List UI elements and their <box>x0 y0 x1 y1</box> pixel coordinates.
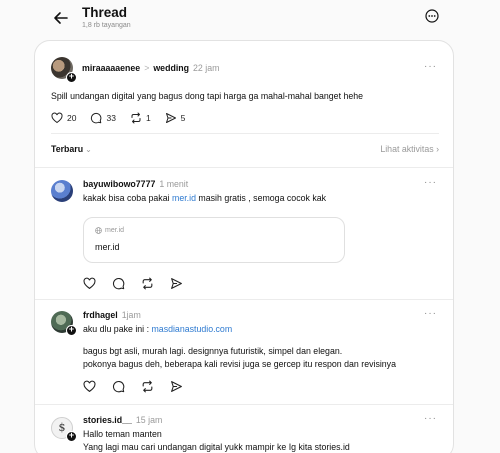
repost-icon[interactable] <box>141 277 154 290</box>
comment-icon[interactable] <box>112 380 125 393</box>
repost-count: 1 <box>145 113 151 123</box>
reply-text-part: kakak bisa coba pakai <box>83 193 172 203</box>
chevron-right-icon: > <box>144 63 150 73</box>
link-domain-text: mer.id <box>105 227 125 234</box>
reply-actions <box>83 380 183 393</box>
view-count: 1,8 rb tayangan <box>82 22 131 29</box>
reply-text: kakak bisa coba pakai mer.id masih grati… <box>83 192 326 205</box>
reply-link[interactable]: masdianastudio.com <box>151 324 232 334</box>
reply-text-part: aku dlu pake ini : <box>83 324 152 334</box>
send-icon <box>165 113 176 123</box>
activity-label: Lihat aktivitas <box>380 144 434 154</box>
more-options-icon[interactable] <box>425 9 439 23</box>
reply-link[interactable]: mer.id <box>172 193 196 203</box>
share-count: 5 <box>180 113 186 123</box>
follow-plus-icon[interactable]: + <box>66 72 77 83</box>
divider <box>51 133 439 134</box>
heart-icon[interactable] <box>83 380 96 393</box>
reply-username-text[interactable]: stories.id__ <box>83 415 132 425</box>
reply-username: bayuwibowo7777 1 menit <box>83 179 188 189</box>
reply-username: frdhagel 1jam <box>83 310 141 320</box>
divider <box>35 167 453 168</box>
reply-username-text[interactable]: frdhagel <box>83 310 118 320</box>
reply-time: 1 menit <box>159 179 189 189</box>
reply-text-line: Hallo teman manten <box>83 429 162 439</box>
link-title: mer.id <box>95 242 120 252</box>
heart-icon <box>51 112 63 124</box>
reply-username: stories.id__ 15 jam <box>83 415 162 425</box>
view-activity-link[interactable]: Lihat aktivitas › <box>380 144 439 154</box>
chevron-down-icon: ⌄ <box>85 145 92 154</box>
sort-label: Terbaru <box>51 144 84 154</box>
avatar-logo: $ <box>58 421 66 434</box>
link-domain: mer.id <box>95 227 124 234</box>
reply-time: 1jam <box>121 310 141 320</box>
top-bar: Thread 1,8 rb tayangan <box>0 0 500 38</box>
reply-time: 15 jam <box>135 415 163 425</box>
sort-bar: Terbaru ⌄ Lihat aktivitas › <box>51 144 439 160</box>
send-icon[interactable] <box>170 277 183 290</box>
like-count: 20 <box>67 113 77 123</box>
reply-username-text[interactable]: bayuwibowo7777 <box>83 179 155 189</box>
post-header: miraaaaaenee > wedding 22 jam <box>82 63 219 73</box>
reply-more-icon[interactable]: ··· <box>424 308 437 319</box>
post-actions: 20 33 1 5 <box>51 112 185 124</box>
repost-button[interactable]: 1 <box>130 112 151 124</box>
like-button[interactable]: 20 <box>51 112 76 124</box>
share-button[interactable]: 5 <box>165 112 186 124</box>
reply-text-part: masih gratis , semoga cocok kak <box>195 193 327 203</box>
reply-text-line: pokonya bagus deh, beberapa kali revisi … <box>83 359 396 369</box>
follow-plus-icon[interactable]: + <box>66 431 77 442</box>
back-arrow-icon[interactable] <box>52 9 70 27</box>
comment-icon <box>91 112 102 124</box>
globe-icon <box>95 227 102 234</box>
divider <box>35 404 453 405</box>
reply-text-line: bagus bgt asli, murah lagi. designnya fu… <box>83 346 343 356</box>
reply-text-line: Yang lagi mau cari undangan digital yukk… <box>83 442 350 452</box>
thread-card: + miraaaaaenee > wedding 22 jam ··· Spill u… <box>34 40 454 453</box>
link-preview-card[interactable]: mer.id mer.id <box>83 217 345 263</box>
comment-count: 33 <box>106 113 116 123</box>
send-icon[interactable] <box>170 380 183 393</box>
reply-text: aku dlu pake ini : masdianastudio.com <box>83 323 232 336</box>
repost-icon <box>131 112 141 124</box>
follow-plus-icon[interactable]: + <box>66 325 77 336</box>
post-more-icon[interactable]: ··· <box>424 61 437 72</box>
reply-more-icon[interactable]: ··· <box>424 177 437 188</box>
post-topic[interactable]: wedding <box>153 63 189 73</box>
sort-dropdown[interactable]: Terbaru ⌄ <box>51 144 92 154</box>
post-username[interactable]: miraaaaaenee <box>82 63 140 73</box>
post-time: 22 jam <box>193 63 220 73</box>
page-title: Thread <box>82 5 128 20</box>
repost-icon[interactable] <box>141 380 154 393</box>
avatar[interactable] <box>51 180 73 202</box>
heart-icon[interactable] <box>83 277 96 290</box>
post-text: Spill undangan digital yang bagus dong t… <box>51 91 364 101</box>
comment-button[interactable]: 33 <box>90 112 116 124</box>
reply-more-icon[interactable]: ··· <box>424 413 437 424</box>
divider <box>35 299 453 300</box>
reply-actions <box>83 277 183 290</box>
comment-icon[interactable] <box>112 277 125 290</box>
